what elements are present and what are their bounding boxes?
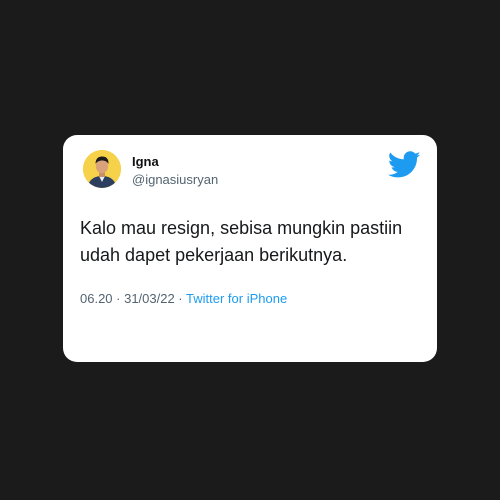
avatar-photo-icon <box>83 150 121 188</box>
tweet-meta: 06.20 · 31/03/22 · Twitter for iPhone <box>80 291 287 306</box>
tweet-card: Igna @ignasiusryan Kalo mau resign, sebi… <box>63 135 437 362</box>
avatar[interactable] <box>83 150 121 188</box>
tweet-source[interactable]: Twitter for iPhone <box>186 291 287 306</box>
tweet-text: Kalo mau resign, sebisa mungkin pastiin … <box>80 218 403 265</box>
twitter-bird-icon <box>387 151 421 179</box>
author-handle[interactable]: @ignasiusryan <box>132 172 218 187</box>
tweet-timestamp[interactable]: 06.20 · 31/03/22 · <box>80 291 183 306</box>
author-name[interactable]: Igna <box>132 154 159 169</box>
